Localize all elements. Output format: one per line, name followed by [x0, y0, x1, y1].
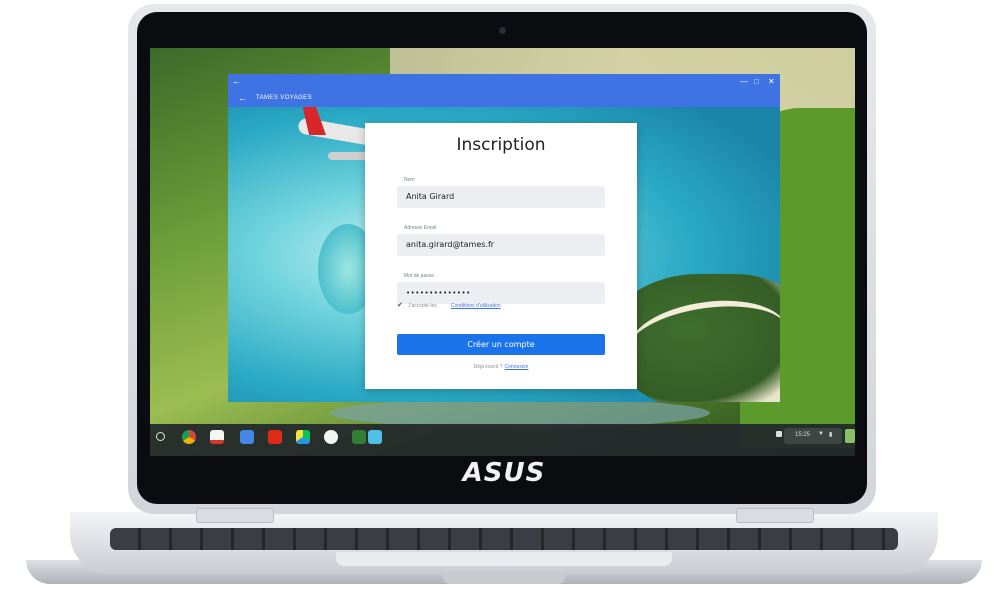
password-field[interactable]: ••••••••••••••	[397, 282, 605, 304]
keyboard	[110, 528, 898, 550]
tames-app-icon[interactable]	[352, 430, 366, 444]
avatar[interactable]	[845, 429, 855, 443]
wifi-icon: ▼	[818, 431, 824, 437]
app-window: ← ← TAMES VOYAGES — □ ✕ Inscription Nom …	[228, 74, 780, 402]
notification-icon[interactable]	[776, 431, 782, 437]
lid-notch	[442, 572, 566, 584]
window-back-icon[interactable]: ←	[232, 76, 241, 86]
close-icon[interactable]: ✕	[768, 77, 775, 86]
status-tray[interactable]	[784, 428, 842, 444]
trackpad	[336, 552, 672, 566]
files-icon[interactable]	[324, 430, 338, 444]
signin-row: Déjà inscrit ? Connexion	[365, 364, 637, 370]
maximize-icon[interactable]: □	[754, 77, 759, 86]
gmail-icon[interactable]	[210, 430, 224, 444]
hinge-right	[736, 508, 814, 523]
brand-logo: ASUS	[462, 458, 546, 488]
calendar-icon[interactable]	[368, 430, 382, 444]
terms-checkbox-icon[interactable]: ✔	[397, 302, 405, 310]
play-store-icon[interactable]	[296, 430, 310, 444]
page-title: Inscription	[456, 135, 546, 155]
youtube-icon[interactable]	[268, 430, 282, 444]
signin-text: Déjà inscrit ?	[473, 364, 503, 370]
email-field[interactable]: anita.girard@tames.fr	[397, 234, 605, 256]
minimize-icon[interactable]: —	[740, 77, 748, 86]
webcam	[499, 27, 506, 34]
screen: ← ← TAMES VOYAGES — □ ✕ Inscription Nom …	[150, 48, 855, 456]
name-field[interactable]: Anita Girard	[397, 186, 605, 208]
terms-link[interactable]: Conditions d'utilisation	[451, 303, 501, 309]
name-label: Nom	[404, 177, 415, 183]
app-titlebar: ← ← TAMES VOYAGES — □ ✕	[228, 74, 780, 107]
email-label: Adresse Email	[404, 225, 437, 231]
battery-icon: ▮	[829, 432, 833, 438]
signup-card: Inscription Nom Anita Girard Adresse Ema…	[365, 123, 637, 389]
app-title: TAMES VOYAGES	[256, 95, 312, 101]
clock-text: 15:25	[795, 432, 811, 438]
password-label: Mot de passe	[404, 273, 435, 279]
signin-link[interactable]: Connexion	[505, 364, 529, 370]
chrome-icon[interactable]	[182, 430, 196, 444]
back-arrow-icon[interactable]: ←	[238, 93, 247, 103]
plane-body	[328, 152, 368, 160]
launcher-icon[interactable]	[156, 432, 165, 441]
docs-icon[interactable]	[240, 430, 254, 444]
hinge-left	[196, 508, 274, 523]
create-account-button[interactable]: Créer un compte	[397, 334, 605, 355]
terms-text: J'accepte les	[408, 303, 437, 309]
shelf: 15:25 ▼ ▮	[150, 424, 855, 456]
